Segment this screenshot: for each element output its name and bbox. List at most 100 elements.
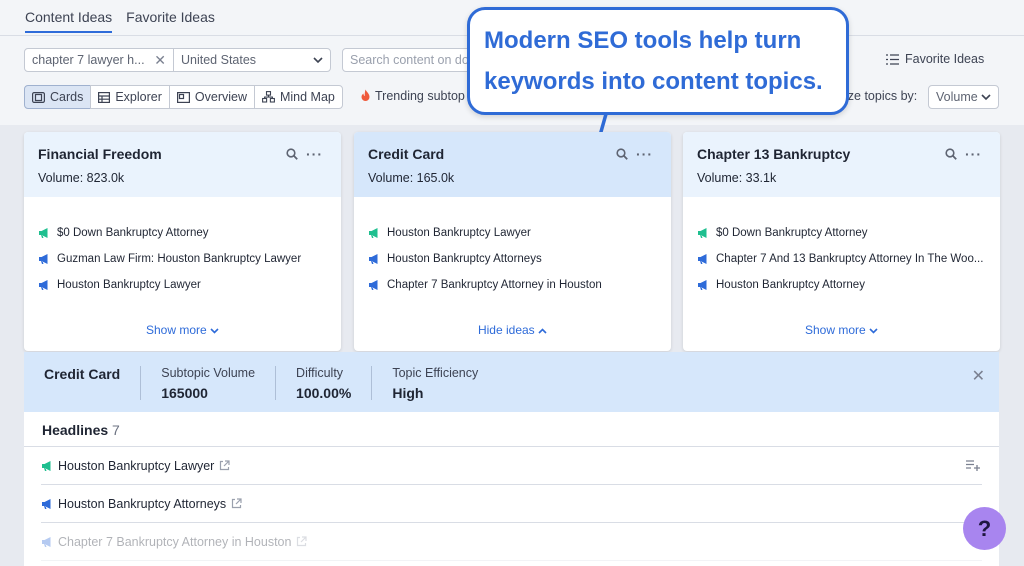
view-switcher: Cards Explorer Overview Mind Map — [24, 85, 343, 109]
help-label: ? — [977, 515, 992, 541]
idea-item[interactable]: Guzman Law Firm: Houston Bankruptcy Lawy… — [24, 246, 341, 272]
hide-ideas-label: Hide ideas — [477, 323, 535, 337]
more-options-icon[interactable]: ··· — [965, 147, 982, 161]
view-overview-label: Overview — [194, 90, 247, 104]
card-header: Financial Freedom Volume: 823.0k ··· — [24, 132, 341, 197]
search-icon[interactable] — [945, 148, 957, 160]
list-icon — [886, 53, 899, 65]
keyword-input[interactable]: chapter 7 lawyer h... ✕ — [24, 48, 174, 72]
idea-item[interactable]: Chapter 7 Bankruptcy Attorney in Houston — [354, 272, 671, 298]
headline-row[interactable]: Chapter 7 Bankruptcy Attorney in Houston — [41, 523, 982, 561]
keyword-value: chapter 7 lawyer h... — [32, 53, 145, 67]
view-cards-button[interactable]: Cards — [24, 85, 92, 109]
card-header: Credit Card Volume: 165.0k ··· — [354, 132, 671, 197]
favorite-ideas-button[interactable]: Favorite Ideas — [886, 52, 984, 66]
show-more-button[interactable]: Show more — [683, 323, 1000, 337]
difficulty-col: Difficulty 100.00% — [276, 366, 373, 401]
difficulty-label: Difficulty — [296, 366, 344, 380]
view-explorer-label: Explorer — [115, 90, 162, 104]
megaphone-icon — [369, 228, 378, 238]
idea-item[interactable]: $0 Down Bankruptcy Attorney — [683, 220, 1000, 246]
efficiency-value: High — [392, 385, 424, 401]
idea-list: $0 Down Bankruptcy Attorney Guzman Law F… — [24, 197, 341, 298]
idea-item[interactable]: Houston Bankruptcy Attorney — [683, 272, 1000, 298]
view-mindmap-label: Mind Map — [279, 90, 335, 104]
megaphone-icon — [42, 536, 51, 547]
idea-text: Houston Bankruptcy Attorneys — [387, 253, 542, 265]
idea-item[interactable]: Chapter 7 And 13 Bankruptcy Attorney In … — [683, 246, 1000, 272]
help-button[interactable]: ? — [963, 507, 1006, 550]
external-link-icon[interactable] — [231, 498, 242, 509]
topic-card[interactable]: Financial Freedom Volume: 823.0k ··· $0 … — [24, 132, 341, 351]
tab-content-ideas[interactable]: Content Ideas — [25, 9, 113, 33]
card-title: Chapter 13 Bankruptcy — [697, 146, 851, 162]
search-placeholder: Search content on do — [350, 53, 469, 67]
view-overview-button[interactable]: Overview — [168, 85, 255, 109]
idea-item[interactable]: $0 Down Bankruptcy Attorney — [24, 220, 341, 246]
topic-card[interactable]: Chapter 13 Bankruptcy Volume: 33.1k ··· … — [683, 132, 1000, 351]
organize-label: ize topics by: — [845, 89, 918, 103]
show-more-button[interactable]: Show more — [24, 323, 341, 337]
flame-icon — [361, 89, 370, 101]
more-options-icon[interactable]: ··· — [306, 147, 323, 161]
card-volume: Volume: 165.0k — [368, 171, 455, 185]
chevron-down-icon — [313, 56, 323, 63]
idea-text: Houston Bankruptcy Lawyer — [387, 227, 531, 239]
detail-title: Credit Card — [44, 366, 121, 382]
idea-text: Chapter 7 Bankruptcy Attorney in Houston — [387, 279, 602, 291]
view-cards-label: Cards — [50, 90, 84, 104]
country-value: United States — [181, 53, 257, 67]
megaphone-icon — [39, 280, 48, 290]
megaphone-icon — [39, 228, 48, 238]
headline-row[interactable]: Houston Bankruptcy Lawyer — [41, 447, 982, 485]
idea-item[interactable]: Houston Bankruptcy Attorneys — [354, 246, 671, 272]
add-to-list-icon[interactable] — [966, 460, 980, 471]
view-explorer-button[interactable]: Explorer — [90, 85, 170, 109]
tab-favorite-ideas[interactable]: Favorite Ideas — [126, 9, 215, 33]
headlines-label: Headlines — [42, 422, 109, 438]
trending-label: Trending subtop — [375, 89, 465, 103]
card-tools: ··· — [616, 147, 653, 161]
subtopic-volume-col: Subtopic Volume 165000 — [141, 366, 277, 401]
headline-text: Houston Bankruptcy Attorneys — [58, 496, 227, 511]
trending-toggle[interactable]: Trending subtop — [360, 89, 465, 103]
chevron-down-icon — [981, 93, 991, 100]
idea-item[interactable]: Houston Bankruptcy Lawyer — [24, 272, 341, 298]
megaphone-icon — [39, 254, 48, 264]
idea-item[interactable]: Houston Bankruptcy Lawyer — [354, 220, 671, 246]
external-link-icon[interactable] — [296, 536, 308, 547]
search-icon[interactable] — [286, 148, 298, 160]
show-more-label: Show more — [804, 323, 866, 337]
callout-line-2: keywords into content topics. — [484, 68, 823, 95]
idea-text: Chapter 7 And 13 Bankruptcy Attorney In … — [716, 253, 984, 265]
megaphone-icon — [369, 280, 378, 290]
organize-select[interactable]: Volume — [928, 85, 999, 109]
external-link-icon[interactable] — [219, 460, 230, 471]
callout-bubble: Modern SEO tools help turn keywords into… — [467, 7, 849, 115]
idea-text: $0 Down Bankruptcy Attorney — [57, 227, 209, 239]
headlines-heading: Headlines 7 — [24, 412, 999, 447]
topic-card-selected[interactable]: Credit Card Volume: 165.0k ··· Houston B… — [354, 132, 671, 351]
country-select[interactable]: United States — [173, 48, 331, 72]
efficiency-col: Topic Efficiency High — [372, 366, 498, 401]
table-icon — [98, 91, 111, 103]
topic-detail-panel: Credit Card Subtopic Volume 165000 Diffi… — [24, 352, 999, 566]
card-tools: ··· — [286, 147, 323, 161]
detail-title-col: Credit Card — [24, 366, 142, 400]
megaphone-icon — [369, 254, 378, 264]
idea-text: Guzman Law Firm: Houston Bankruptcy Lawy… — [57, 253, 302, 265]
card-title: Credit Card — [368, 146, 445, 162]
hide-ideas-button[interactable]: Hide ideas — [354, 323, 671, 337]
show-more-label: Show more — [145, 323, 207, 337]
clear-icon[interactable]: ✕ — [154, 52, 166, 69]
card-title: Financial Freedom — [38, 146, 162, 162]
view-mindmap-button[interactable]: Mind Map — [253, 85, 343, 109]
idea-text: Houston Bankruptcy Attorney — [716, 279, 865, 291]
callout-line-1: Modern SEO tools help turn — [484, 27, 802, 54]
search-icon[interactable] — [616, 148, 628, 160]
headline-row[interactable]: Houston Bankruptcy Attorneys — [41, 485, 982, 523]
idea-list: $0 Down Bankruptcy Attorney Chapter 7 An… — [683, 197, 1000, 298]
more-options-icon[interactable]: ··· — [636, 147, 653, 161]
search-input[interactable]: Search content on do — [342, 48, 472, 72]
close-icon[interactable]: ✕ — [972, 366, 985, 386]
